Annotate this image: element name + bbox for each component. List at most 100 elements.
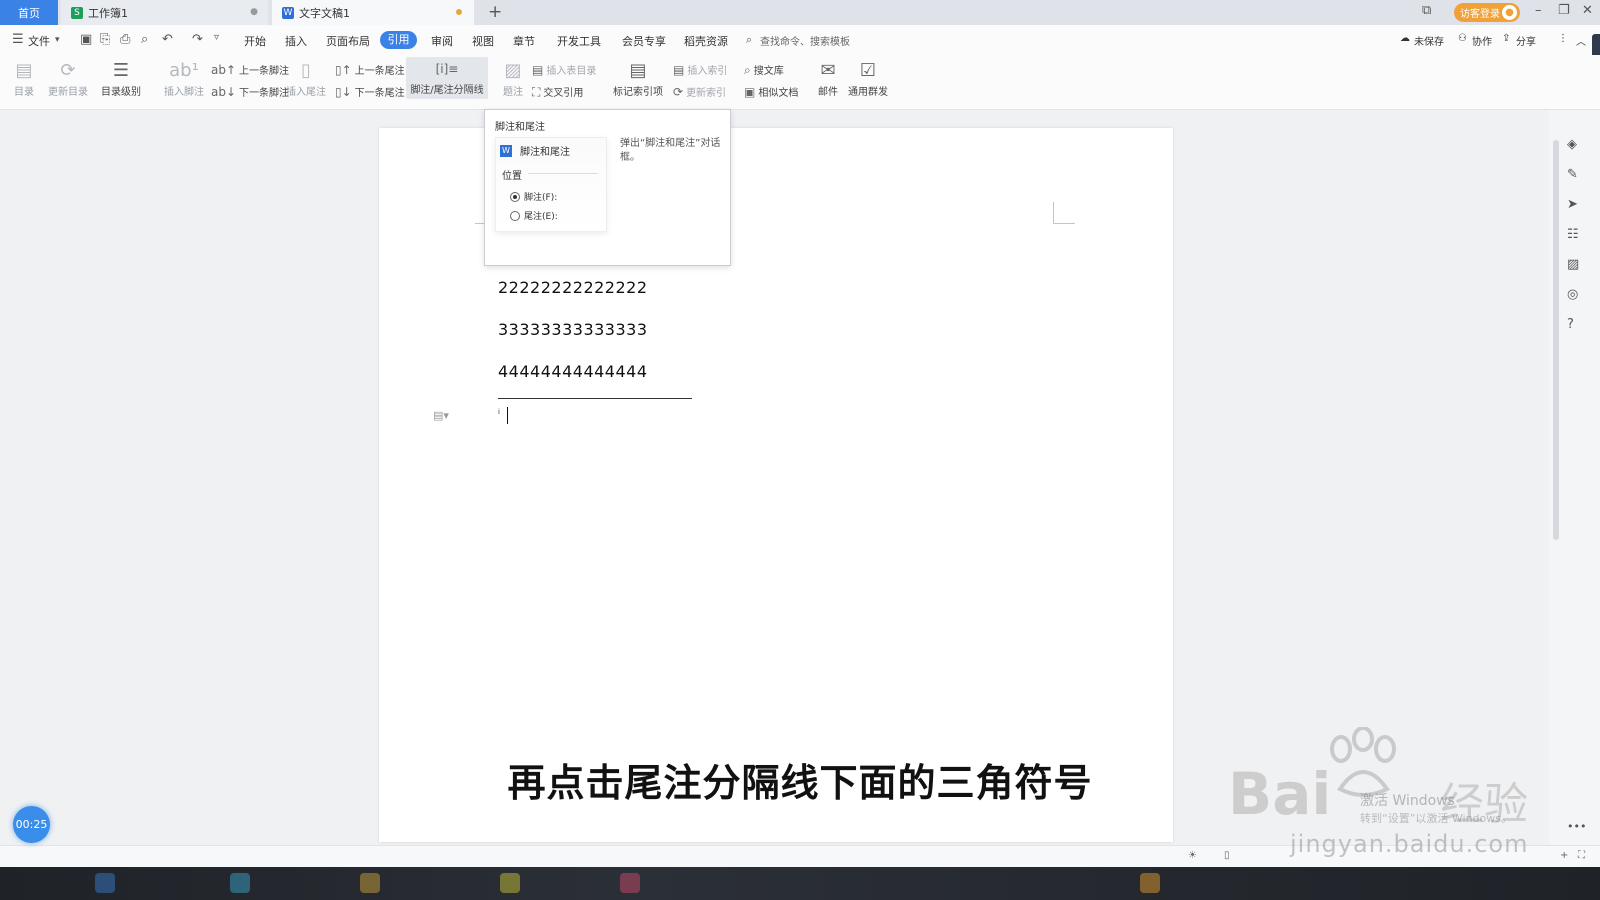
window-layout-icon[interactable]: ⧉ bbox=[1422, 3, 1431, 18]
chevron-down-icon[interactable]: ▾ bbox=[55, 35, 60, 45]
close-window-icon[interactable]: ✕ bbox=[1582, 3, 1593, 18]
ribbon: ▤ 目录 ⟳ 更新目录 ☰ 目录级别 ab¹ 插入脚注 ab↑ 上一条脚注 ab↓ 下一条脚… bbox=[0, 55, 1600, 110]
menu-docer[interactable]: 稻壳资源 bbox=[684, 33, 728, 49]
print-icon[interactable]: ⎙ bbox=[120, 32, 130, 47]
insert-index-button[interactable]: ▤ 插入索引 bbox=[673, 62, 727, 77]
preview-title: 脚注和尾注 bbox=[520, 147, 570, 158]
position-divider bbox=[528, 173, 598, 174]
print-preview-icon[interactable]: ⌕ bbox=[141, 32, 148, 47]
insert-footnote-button[interactable]: ab¹ 插入脚注 bbox=[162, 59, 206, 98]
menu-file[interactable]: 文件 bbox=[28, 33, 50, 49]
undo-icon[interactable]: ↶ bbox=[162, 32, 173, 47]
location-icon[interactable]: ◎ bbox=[1567, 287, 1578, 302]
redo-icon[interactable]: ↷ bbox=[192, 32, 203, 47]
collapse-ribbon-icon[interactable]: ︿ bbox=[1576, 33, 1586, 48]
insert-endnote-button[interactable]: ▯ 插入尾注 bbox=[284, 59, 328, 98]
insert-table-toc-label: 插入表目录 bbox=[546, 66, 597, 77]
export-icon[interactable]: ⎘ bbox=[100, 32, 110, 47]
radio-unchecked-icon bbox=[510, 210, 520, 221]
prev-footnote-button[interactable]: ab↑ 上一条脚注 bbox=[211, 62, 289, 77]
page-view-icon[interactable]: ▯ bbox=[1224, 850, 1230, 861]
tab-home-label: 首页 bbox=[18, 6, 40, 20]
mass-send-button[interactable]: ☑ 通用群发 bbox=[846, 59, 890, 98]
taskbar-app-icon[interactable] bbox=[620, 873, 640, 893]
toc-button[interactable]: ▤ 目录 bbox=[8, 59, 40, 98]
endnote-separator-line[interactable] bbox=[498, 398, 692, 399]
search-library-icon: ⌕ bbox=[744, 63, 751, 77]
new-tab-plus-icon[interactable]: + bbox=[488, 2, 502, 22]
taskbar-app-icon[interactable] bbox=[500, 873, 520, 893]
menu-references[interactable]: 引用 bbox=[380, 31, 417, 49]
mass-send-label: 通用群发 bbox=[848, 87, 888, 98]
save-icon[interactable]: ▣ bbox=[80, 32, 92, 47]
guest-login-button[interactable]: 访客登录 ● bbox=[1454, 3, 1520, 22]
restore-icon[interactable]: ❐ bbox=[1558, 3, 1570, 18]
menu-dev-tools[interactable]: 开发工具 bbox=[557, 33, 601, 49]
menu-start[interactable]: 开始 bbox=[244, 33, 266, 49]
taskbar-app-icon[interactable] bbox=[230, 873, 250, 893]
menu-insert[interactable]: 插入 bbox=[285, 33, 307, 49]
endnote-icon: ▯ bbox=[301, 60, 311, 81]
search-library-button[interactable]: ⌕ 搜文库 bbox=[744, 62, 784, 78]
vertical-scrollbar[interactable] bbox=[1553, 140, 1559, 540]
tab-workbook[interactable]: S 工作簿1 ● bbox=[61, 0, 268, 25]
edit-pen-icon[interactable]: ✎ bbox=[1567, 167, 1578, 182]
zoom-in-icon[interactable]: + bbox=[1560, 850, 1568, 861]
menu-review[interactable]: 审阅 bbox=[431, 33, 453, 49]
image-tool-icon[interactable]: ▨ bbox=[1567, 257, 1579, 272]
share-button[interactable]: 分享 bbox=[1516, 33, 1536, 48]
more-icon[interactable]: ⋮ bbox=[1558, 33, 1568, 44]
unsaved-status[interactable]: 未保存 bbox=[1414, 33, 1444, 48]
settings-sliders-icon[interactable]: ☷ bbox=[1567, 227, 1579, 242]
brightness-icon[interactable]: ☀ bbox=[1188, 850, 1197, 861]
close-icon[interactable]: ● bbox=[250, 7, 258, 17]
cross-ref-label: 交叉引用 bbox=[543, 88, 584, 99]
next-endnote-label: 下一条尾注 bbox=[354, 88, 405, 99]
insert-table-toc-button[interactable]: ▤ 插入表目录 bbox=[532, 62, 596, 77]
menu-member[interactable]: 会员专享 bbox=[622, 33, 666, 49]
tab-document[interactable]: W 文字文稿1 bbox=[272, 0, 474, 25]
next-footnote-button[interactable]: ab↓ 下一条脚注 bbox=[211, 84, 289, 99]
fullscreen-icon[interactable]: ⛶ bbox=[1578, 850, 1585, 861]
customize-quick-icon[interactable]: ▿ bbox=[214, 32, 219, 43]
hamburger-icon[interactable]: ☰ bbox=[12, 32, 24, 47]
document-line-2[interactable]: 33333333333333 bbox=[498, 320, 648, 339]
prev-endnote-button[interactable]: ▯↑ 上一条尾注 bbox=[335, 62, 405, 77]
update-toc-button[interactable]: ⟳ 更新目录 bbox=[46, 59, 90, 98]
taskbar-app-icon[interactable] bbox=[360, 873, 380, 893]
mail-icon: ✉ bbox=[820, 60, 836, 81]
update-index-label: 更新索引 bbox=[686, 88, 727, 99]
taskbar-app-icon[interactable] bbox=[1140, 873, 1160, 893]
collab-button[interactable]: 协作 bbox=[1472, 33, 1492, 48]
footnote-separator-button[interactable]: [i]≡ 脚注/尾注分隔线 bbox=[406, 57, 488, 99]
taskbar-app-icon[interactable] bbox=[95, 873, 115, 893]
mail-button[interactable]: ✉ 邮件 bbox=[814, 59, 842, 98]
writer-icon: W bbox=[282, 6, 294, 19]
radio-checked-icon bbox=[510, 191, 520, 202]
paragraph-layout-icon[interactable]: ▤▾ bbox=[433, 409, 449, 422]
menu-view[interactable]: 视图 bbox=[472, 33, 494, 49]
style-icon[interactable]: ◈ bbox=[1567, 137, 1577, 152]
mail-label: 邮件 bbox=[818, 87, 838, 98]
mark-index-button[interactable]: ▤ 标记索引项 bbox=[612, 59, 664, 98]
similar-docs-button[interactable]: ▣ 相似文档 bbox=[744, 84, 798, 99]
update-index-button[interactable]: ⟳ 更新索引 bbox=[673, 84, 726, 99]
similar-docs-label: 相似文档 bbox=[758, 88, 799, 99]
search-library-label: 搜文库 bbox=[753, 66, 784, 77]
toc-label: 目录 bbox=[14, 87, 34, 98]
more-dots-icon[interactable]: ••• bbox=[1567, 820, 1586, 833]
menu-page-layout[interactable]: 页面布局 bbox=[326, 33, 370, 49]
minimize-icon[interactable]: – bbox=[1535, 3, 1542, 18]
select-pointer-icon[interactable]: ➤ bbox=[1567, 197, 1578, 212]
search-command[interactable]: 查找命令、搜索模板 bbox=[760, 33, 850, 48]
next-endnote-button[interactable]: ▯↓ 下一条尾注 bbox=[335, 84, 405, 99]
text-cursor bbox=[507, 407, 508, 424]
cross-reference-button[interactable]: ⛶ 交叉引用 bbox=[532, 84, 583, 100]
document-line-1[interactable]: 22222222222222 bbox=[498, 278, 648, 297]
menu-chapter[interactable]: 章节 bbox=[513, 33, 535, 49]
help-icon[interactable]: ? bbox=[1567, 317, 1574, 332]
toc-level-button[interactable]: ☰ 目录级别 bbox=[96, 59, 146, 98]
document-line-3[interactable]: 44444444444444 bbox=[498, 362, 648, 381]
caption-button[interactable]: ▨ 题注 bbox=[500, 59, 526, 98]
tab-home[interactable]: 首页 bbox=[0, 0, 58, 25]
